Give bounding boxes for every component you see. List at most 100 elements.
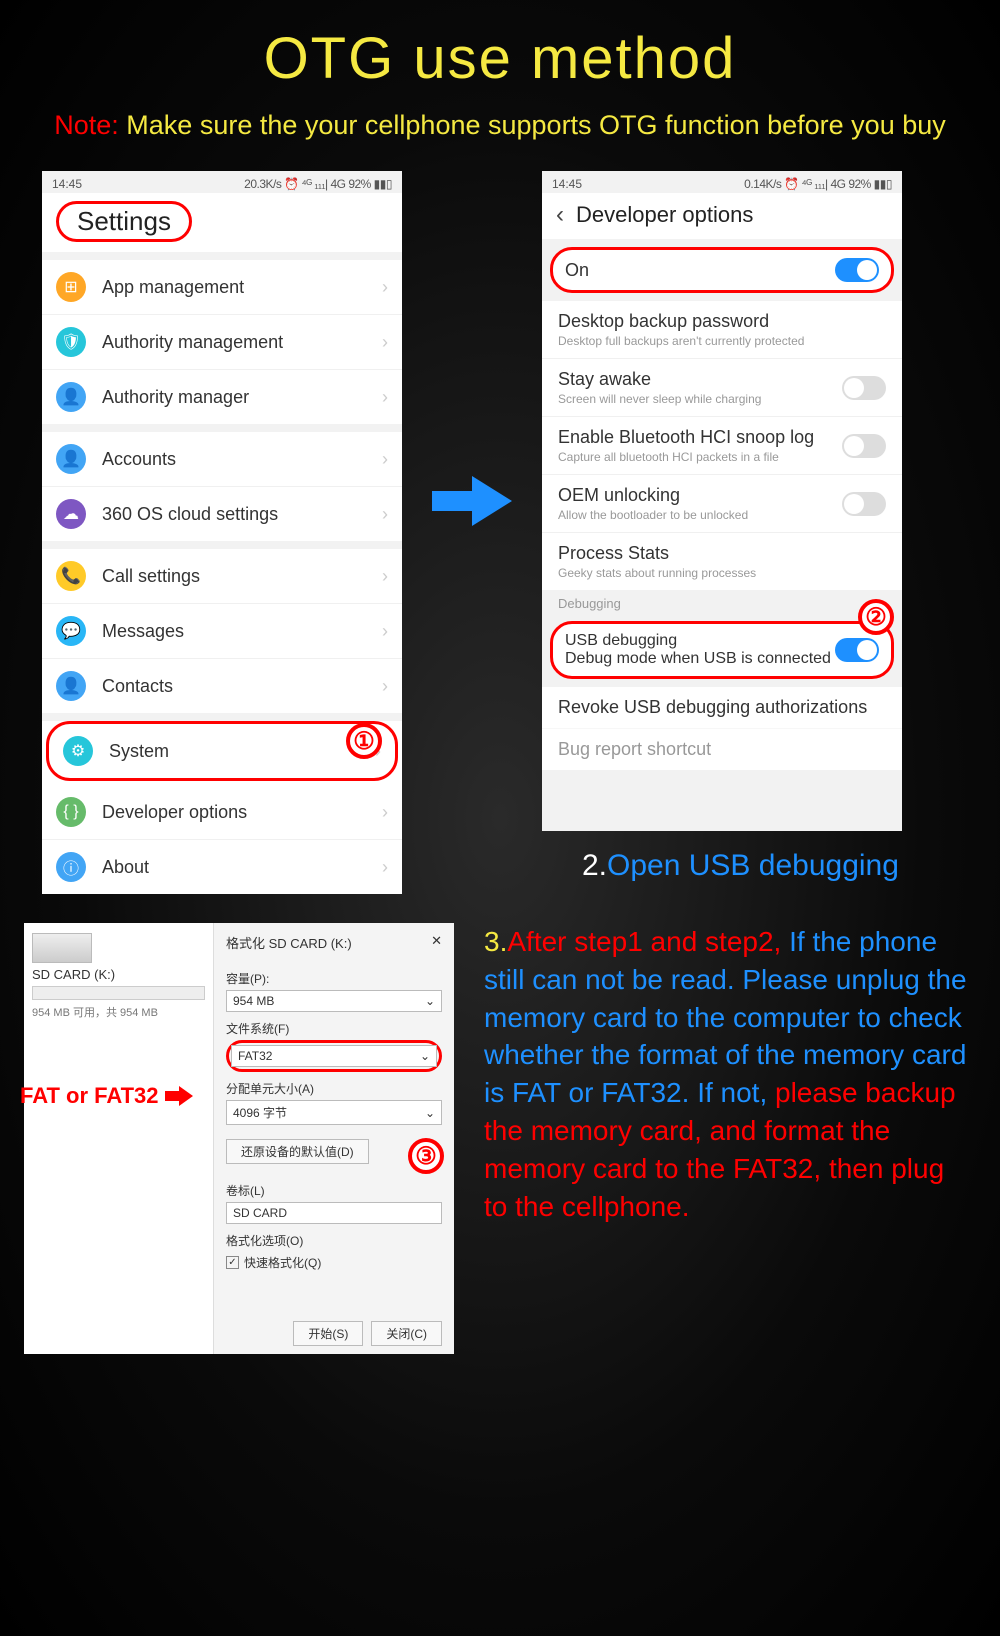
step3-line1: After step1 and step2, (507, 926, 781, 957)
filesystem-select[interactable]: FAT32 ⌄ (231, 1045, 437, 1067)
settings-section-1: ⊞ App management › 🛡 Authority managemen… (42, 260, 402, 424)
row-process-stats[interactable]: Process StatsGeeky stats about running p… (542, 532, 902, 590)
dev-section-2: Revoke USB debugging authorizations Bug … (542, 687, 902, 770)
row-label: Call settings (102, 566, 382, 587)
phone-settings: 14:45 20.3K/s ⏰ ⁴ᴳ ₁₁₁| 4G 92% ▮▮▯ Setti… (42, 171, 402, 831)
step3-num: 3. (484, 926, 507, 957)
filesystem-value: FAT32 (238, 1049, 272, 1063)
row-label: Authority management (102, 332, 382, 353)
row-stay-awake[interactable]: Stay awakeScreen will never sleep while … (542, 358, 902, 416)
user-icon: 👤 (56, 382, 86, 412)
chevron-right-icon: › (382, 387, 388, 408)
status-indicators: 20.3K/s ⏰ ⁴ᴳ ₁₁₁| 4G 92% ▮▮▯ (244, 177, 392, 191)
row-cloud-settings[interactable]: ☁ 360 OS cloud settings › (42, 486, 402, 541)
bottom-row: SD CARD (K:) 954 MB 可用，共 954 MB FAT or F… (0, 923, 1000, 1354)
row-authority-management[interactable]: 🛡 Authority management › (42, 314, 402, 369)
drive-title: SD CARD (K:) (32, 967, 205, 982)
allocation-label: 分配单元大小(A) (226, 1080, 442, 1097)
row-label: System (109, 741, 375, 762)
status-time: 14:45 (52, 177, 82, 191)
capacity-select[interactable]: 954 MB ⌄ (226, 990, 442, 1012)
row-authority-manager[interactable]: 👤 Authority manager › (42, 369, 402, 424)
settings-header: Settings (42, 193, 402, 252)
shield-icon: 🛡 (56, 327, 86, 357)
row-title: Enable Bluetooth HCI snoop log (558, 427, 842, 448)
quick-format-option[interactable]: ✓ 快速格式化(Q) (226, 1254, 442, 1271)
row-bt-snoop[interactable]: Enable Bluetooth HCI snoop logCapture al… (542, 416, 902, 474)
row-label: About (102, 857, 382, 878)
restore-defaults-button[interactable]: 还原设备的默认值(D) (226, 1139, 369, 1164)
close-icon[interactable]: ✕ (431, 933, 442, 952)
allocation-select[interactable]: 4096 字节 ⌄ (226, 1100, 442, 1125)
format-options-label: 格式化选项(O) (226, 1232, 442, 1249)
chevron-right-icon: › (382, 857, 388, 878)
fat-text: FAT or FAT32 (20, 1083, 159, 1109)
chevron-right-icon: › (382, 621, 388, 642)
chevron-right-icon: › (382, 802, 388, 823)
gear-icon: ⚙ (63, 736, 93, 766)
row-label: Contacts (102, 676, 382, 697)
back-icon[interactable]: ‹ (556, 201, 564, 229)
volume-input[interactable]: SD CARD (226, 1202, 442, 1224)
usb-debugging-highlight: USB debugging Debug mode when USB is con… (550, 621, 894, 679)
chevron-right-icon: › (382, 332, 388, 353)
grid-icon: ⊞ (56, 272, 86, 302)
row-call-settings[interactable]: 📞 Call settings › (42, 549, 402, 603)
chevron-down-icon: ⌄ (420, 1049, 430, 1063)
fat-annotation: FAT or FAT32 (20, 1083, 193, 1109)
close-button[interactable]: 关闭(C) (371, 1321, 442, 1346)
status-bar: 14:45 20.3K/s ⏰ ⁴ᴳ ₁₁₁| 4G 92% ▮▮▯ (42, 171, 402, 193)
code-icon: { } (56, 797, 86, 827)
caption-num: 2. (582, 849, 607, 882)
row-desktop-backup[interactable]: Desktop backup passwordDesktop full back… (542, 301, 902, 358)
toggle-oem-unlock[interactable] (842, 492, 886, 516)
row-label: App management (102, 277, 382, 298)
format-dialog: SD CARD (K:) 954 MB 可用，共 954 MB FAT or F… (24, 923, 454, 1354)
usb-debugging-toggle[interactable] (835, 638, 879, 662)
toggle-bt-snoop[interactable] (842, 434, 886, 458)
allocation-value: 4096 字节 (233, 1104, 287, 1121)
cloud-icon: ☁ (56, 499, 86, 529)
step3-line3: If not, (697, 1077, 775, 1108)
dev-section: Desktop backup passwordDesktop full back… (542, 301, 902, 590)
callout-badge-1: ① (346, 723, 382, 759)
chevron-right-icon: › (382, 504, 388, 525)
info-icon: ⓘ (56, 852, 86, 882)
drive-usage-text: 954 MB 可用，共 954 MB (32, 1004, 205, 1020)
filesystem-label: 文件系统(F) (226, 1020, 442, 1037)
page-title: OTG use method (0, 0, 1000, 92)
dev-on-label: On (565, 260, 835, 281)
row-bug-report[interactable]: Bug report shortcut (542, 728, 902, 770)
row-developer-options[interactable]: { } Developer options › (42, 785, 402, 839)
header-title: Developer options (576, 202, 753, 228)
row-accounts[interactable]: 👤 Accounts › (42, 432, 402, 486)
row-system[interactable]: ⚙ System › (46, 721, 398, 781)
row-oem-unlock[interactable]: OEM unlockingAllow the bootloader to be … (542, 474, 902, 532)
caption-text: Open USB debugging (607, 849, 899, 882)
row-title: Process Stats (558, 543, 886, 564)
row-contacts[interactable]: 👤 Contacts › (42, 658, 402, 713)
row-messages[interactable]: 💬 Messages › (42, 603, 402, 658)
toggle-stay-awake[interactable] (842, 376, 886, 400)
chevron-down-icon: ⌄ (425, 994, 435, 1008)
row-revoke-usb-auth[interactable]: Revoke USB debugging authorizations (542, 687, 902, 728)
row-label: Messages (102, 621, 382, 642)
chevron-down-icon: ⌄ (425, 1106, 435, 1120)
settings-section-4: ⚙ System › ① { } Developer options › ⓘ A… (42, 721, 402, 894)
row-app-management[interactable]: ⊞ App management › (42, 260, 402, 314)
phones-row: 14:45 20.3K/s ⏰ ⁴ᴳ ₁₁₁| 4G 92% ▮▮▯ Setti… (0, 171, 1000, 831)
chevron-right-icon: › (382, 676, 388, 697)
row-about[interactable]: ⓘ About › (42, 839, 402, 894)
capacity-value: 954 MB (233, 994, 274, 1008)
usb-debugging-title: USB debugging (565, 632, 835, 650)
dev-on-toggle[interactable] (835, 258, 879, 282)
usb-debugging-subtitle: Debug mode when USB is connected (565, 650, 835, 668)
format-dialog-body: 格式化 SD CARD (K:) ✕ 容量(P): 954 MB⌄ 文件系统(F… (214, 923, 454, 1354)
checkbox-icon: ✓ (226, 1256, 239, 1269)
phone-developer-options: 14:45 0.14K/s ⏰ ⁴ᴳ ₁₁₁| 4G 92% ▮▮▯ ‹ Dev… (542, 171, 902, 831)
arrow-right-icon (432, 476, 512, 526)
user-icon: 👤 (56, 671, 86, 701)
start-button[interactable]: 开始(S) (293, 1321, 363, 1346)
status-bar: 14:45 0.14K/s ⏰ ⁴ᴳ ₁₁₁| 4G 92% ▮▮▯ (542, 171, 902, 193)
dialog-title: 格式化 SD CARD (K:) (226, 933, 352, 952)
